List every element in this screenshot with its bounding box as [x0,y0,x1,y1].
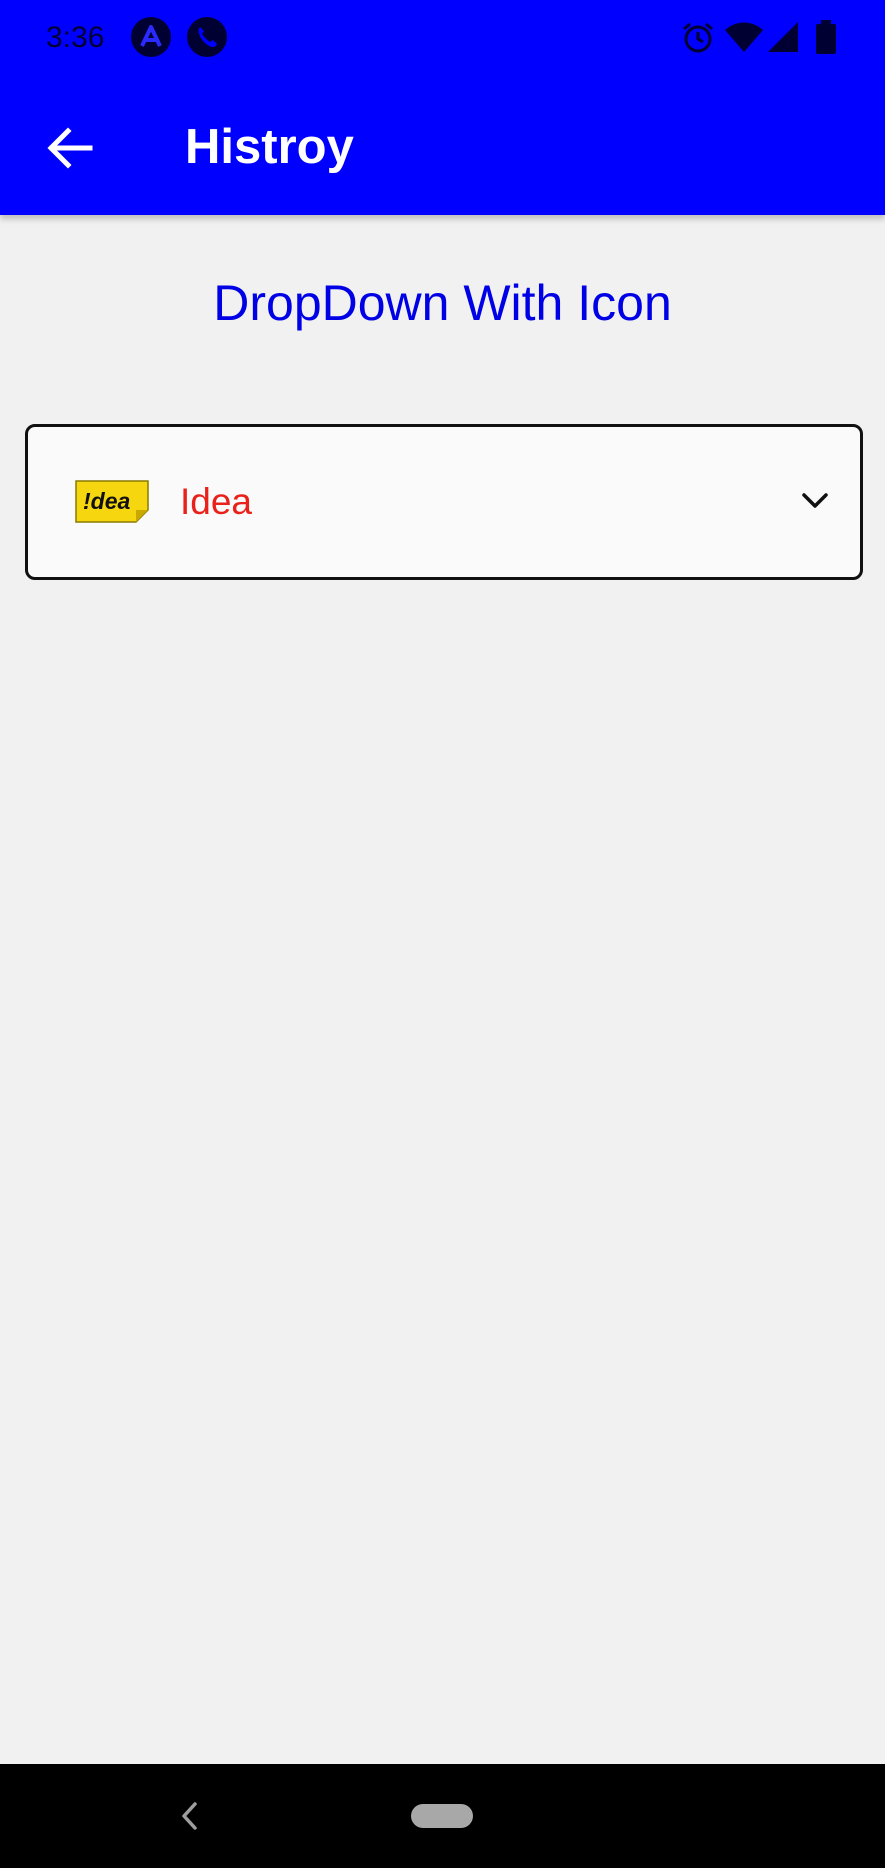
app-title: Histroy [185,120,354,174]
back-button[interactable] [28,111,114,183]
phone-icon [187,17,227,57]
navigation-bar [0,1764,885,1868]
status-bar: 3:36 [0,0,885,75]
nav-back-button[interactable] [172,1794,208,1838]
arrow-left-icon [47,127,93,169]
nav-back-icon [182,1802,197,1830]
battery-icon [816,20,836,54]
alarm-icon [683,22,713,53]
page-heading: DropDown With Icon [213,275,672,331]
dropdown-selected-label: Idea [180,481,253,522]
signal-icon [768,22,798,52]
idea-logo-icon: !dea [75,480,149,523]
app-bar: Histroy [0,75,885,215]
status-time: 3:36 [46,21,105,54]
chevron-down-icon [802,493,828,508]
idea-logo-text: !dea [83,488,131,514]
operator-dropdown[interactable]: !dea Idea [25,424,863,580]
a-circle-icon [131,17,171,57]
home-pill-button[interactable] [411,1804,473,1828]
wifi-icon [725,22,763,52]
